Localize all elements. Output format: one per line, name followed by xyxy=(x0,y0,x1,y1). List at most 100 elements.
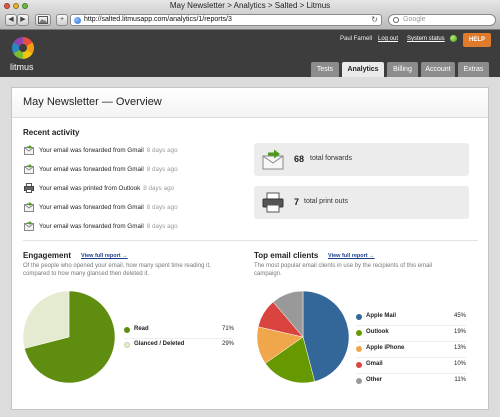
legend-label-apple-mail: Apple Mail xyxy=(366,313,397,319)
envelope-forward-icon xyxy=(262,149,284,170)
clients-report-link[interactable]: View full report → xyxy=(328,253,375,259)
legend-value-apple-mail: 45% xyxy=(453,313,466,319)
favicon-icon xyxy=(74,17,81,24)
logout-link[interactable]: Log out xyxy=(378,36,398,42)
legend-swatch-apple-iphone xyxy=(356,346,362,352)
legend-value-glanced: 29% xyxy=(221,341,234,347)
activity-time: 8 days ago xyxy=(143,185,175,192)
legend-separator xyxy=(124,338,234,339)
activity-time: 8 days ago xyxy=(146,147,178,154)
window-title: May Newsletter > Analytics > Salted > Li… xyxy=(169,1,331,10)
engagement-report-link[interactable]: View full report → xyxy=(81,253,128,259)
reload-icon[interactable]: ↻ xyxy=(371,15,378,25)
legend-item-read: Read 71% xyxy=(124,326,234,335)
forwards-label: total forwards xyxy=(310,155,353,162)
legend-swatch-apple-mail xyxy=(356,314,362,320)
show-bookmarks-button[interactable] xyxy=(35,14,51,26)
engagement-description: Of the people who opened your email, how… xyxy=(23,263,211,277)
forwards-count: 68 xyxy=(294,154,305,164)
legend-item-apple-mail: Apple Mail 45% xyxy=(356,313,466,322)
help-button[interactable]: HELP xyxy=(463,33,491,47)
legend-label-other: Other xyxy=(366,377,383,383)
panel-header: May Newsletter — Overview xyxy=(12,88,488,118)
activity-text: Your email was forwarded from Gmail xyxy=(39,204,144,211)
overview-panel: May Newsletter — Overview Recent activit… xyxy=(11,87,489,410)
browser-chrome: May Newsletter > Analytics > Salted > Li… xyxy=(0,0,500,30)
legend-swatch-outlook xyxy=(356,330,362,336)
legend-separator xyxy=(356,373,466,374)
tab-analytics[interactable]: Analytics xyxy=(342,62,384,77)
legend-value-gmail: 10% xyxy=(453,361,466,367)
legend-item-gmail: Gmail 10% xyxy=(356,361,466,370)
printer-icon xyxy=(24,183,34,193)
recent-activity-heading: Recent activity xyxy=(23,128,80,137)
legend-item-glanced: Glanced / Deleted 29% xyxy=(124,341,234,350)
tab-extras[interactable]: Extras xyxy=(458,62,489,77)
envelope-forward-icon xyxy=(24,145,34,155)
clients-heading: Top email clients xyxy=(254,251,319,260)
app-header: litmus Paul Farnell Log out System statu… xyxy=(0,30,500,77)
legend-swatch-read xyxy=(124,327,130,333)
envelope-forward-icon xyxy=(24,202,34,212)
browser-toolbar: ◀ ▶ + http://salted.litmusapp.com/analyt… xyxy=(0,13,500,29)
legend-item-other: Other 11% xyxy=(356,377,466,386)
activity-time: 8 days ago xyxy=(146,223,178,230)
envelope-forward-icon xyxy=(24,164,34,174)
system-status-link[interactable]: System status xyxy=(407,36,445,42)
legend-value-outlook: 19% xyxy=(453,329,466,335)
activity-text: Your email was forwarded from Gmail xyxy=(39,147,144,154)
clients-description: The most popular email clients in use by… xyxy=(254,263,433,277)
activity-time: 8 days ago xyxy=(146,204,178,211)
forward-arrow-icon: ▶ xyxy=(20,16,26,23)
legend-separator xyxy=(356,325,466,326)
forwards-stat-card: 68 total forwards xyxy=(254,143,469,176)
legend-label-apple-iphone: Apple iPhone xyxy=(366,345,405,351)
address-bar[interactable]: http://salted.litmusapp.com/analytics/1/… xyxy=(70,14,382,26)
legend-swatch-other xyxy=(356,378,362,384)
clients-pie-chart xyxy=(256,290,350,384)
image-icon xyxy=(38,16,48,24)
printouts-label: total print outs xyxy=(304,198,348,205)
legend-label-outlook: Outlook xyxy=(366,329,389,335)
forward-button[interactable]: ▶ xyxy=(17,14,29,26)
activity-text: Your email was printed from Outlook xyxy=(39,185,141,192)
window-titlebar: May Newsletter > Analytics > Salted > Li… xyxy=(0,0,500,12)
legend-item-outlook: Outlook 19% xyxy=(356,329,466,338)
search-placeholder: Google xyxy=(403,16,426,23)
legend-swatch-glanced xyxy=(124,342,130,348)
add-bookmark-button[interactable]: + xyxy=(56,14,68,26)
envelope-forward-icon xyxy=(24,221,34,231)
back-button[interactable]: ◀ xyxy=(5,14,17,26)
activity-time: 8 days ago xyxy=(146,166,178,173)
printouts-stat-card: 7 total print outs xyxy=(254,186,469,219)
search-icon xyxy=(393,17,399,23)
legend-value-apple-iphone: 13% xyxy=(453,345,466,351)
legend-value-read: 71% xyxy=(221,326,234,332)
engagement-heading: Engagement xyxy=(23,251,72,260)
section-divider xyxy=(23,240,478,241)
search-field[interactable]: Google xyxy=(388,14,496,26)
main-content: May Newsletter — Overview Recent activit… xyxy=(0,77,500,417)
back-arrow-icon: ◀ xyxy=(8,16,14,23)
tab-billing[interactable]: Billing xyxy=(387,62,418,77)
legend-separator xyxy=(356,341,466,342)
tab-tests[interactable]: Tests xyxy=(311,62,339,77)
url-text: http://salted.litmusapp.com/analytics/1/… xyxy=(84,16,232,23)
activity-text: Your email was forwarded from Gmail xyxy=(39,166,144,173)
legend-label-glanced: Glanced / Deleted xyxy=(134,341,185,347)
user-name: Paul Farnell xyxy=(340,36,373,42)
legend-separator xyxy=(356,357,466,358)
legend-label-read: Read xyxy=(134,326,149,332)
tab-account[interactable]: Account xyxy=(421,62,455,77)
legend-label-gmail: Gmail xyxy=(366,361,383,367)
status-indicator-icon xyxy=(450,35,457,42)
engagement-pie-chart xyxy=(22,290,116,384)
legend-value-other: 11% xyxy=(454,377,466,383)
printer-icon xyxy=(262,192,284,213)
page-title: May Newsletter — Overview xyxy=(23,96,162,108)
printouts-count: 7 xyxy=(294,197,300,207)
legend-item-apple-iphone: Apple iPhone 13% xyxy=(356,345,466,354)
activity-text: Your email was forwarded from Gmail xyxy=(39,223,144,230)
legend-swatch-gmail xyxy=(356,362,362,368)
litmus-logo-icon[interactable] xyxy=(12,37,34,59)
